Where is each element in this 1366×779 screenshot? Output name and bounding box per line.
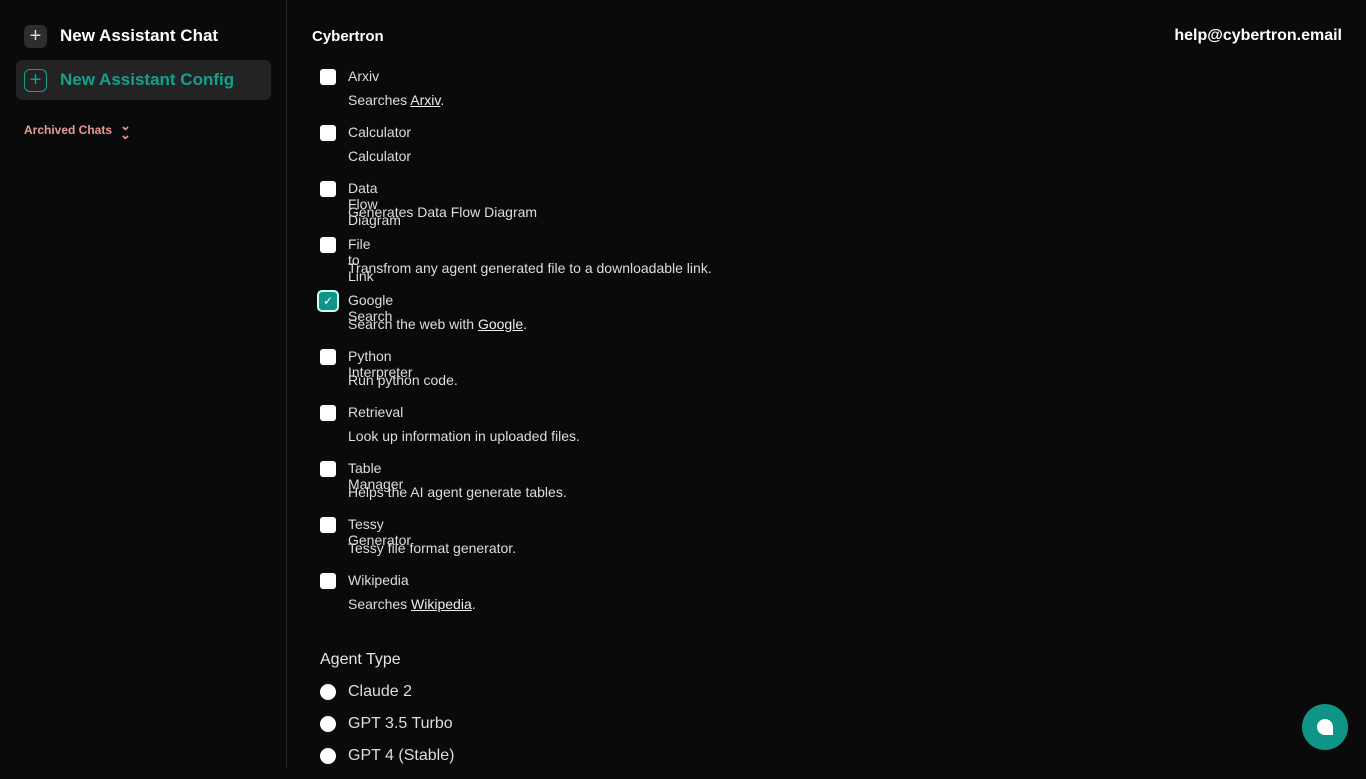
tool-name: Calculator <box>348 124 412 140</box>
tool-description-text: Transfrom any agent generated file to a … <box>348 260 712 276</box>
tool-description-text: Run python code. <box>348 372 458 388</box>
tool-checkbox[interactable] <box>320 181 336 197</box>
agent-type-label: Claude 2 <box>348 683 413 700</box>
new-config-label: New Assistant Config <box>60 70 235 89</box>
archived-chats-label: Archived Chats <box>24 123 113 137</box>
radio-circle[interactable] <box>320 684 336 700</box>
tool-description: Calculator <box>348 148 411 164</box>
archived-chats-toggle[interactable]: Archived Chats ⌄ ⌄ <box>24 118 131 142</box>
tool-description-text: Searches <box>348 596 412 612</box>
new-chat-label: New Assistant Chat <box>60 26 219 45</box>
tool-checkbox[interactable] <box>320 573 336 589</box>
tool-name: Wikipedia <box>348 572 409 588</box>
tool-description: Searches Arxiv. <box>348 92 444 108</box>
tool-link[interactable]: Google <box>478 316 523 332</box>
tool-description: Search the web with Google. <box>348 316 527 332</box>
tool-description-text: Look up information in uploaded files. <box>348 428 580 444</box>
tool-checkbox[interactable] <box>320 405 336 421</box>
sidebar: + New Assistant Chat + New Assistant Con… <box>0 0 287 768</box>
radio-circle[interactable] <box>320 748 336 764</box>
tool-link[interactable]: Wikipedia <box>411 596 472 612</box>
tool-description-text: Generates Data Flow Diagram <box>348 204 538 220</box>
help-email[interactable]: help@cybertron.email <box>1174 27 1342 45</box>
tool-name: Arxiv <box>348 68 380 84</box>
agent-type-label: GPT 4 (Stable) <box>348 747 455 764</box>
tool-description: Searches Wikipedia. <box>348 596 476 612</box>
agent-type-label: GPT 3.5 Turbo <box>348 715 453 732</box>
tool-checkbox[interactable] <box>320 125 336 141</box>
tool-description-suffix: . <box>471 596 476 612</box>
agent-type-radio[interactable]: GPT 4 (Stable) <box>320 747 454 779</box>
tool-description: Run python code. <box>348 372 458 388</box>
tool-description-text: Tessy file format generator. <box>348 540 517 556</box>
brand-title: Cybertron <box>312 28 384 45</box>
tool-checkbox[interactable] <box>320 237 336 253</box>
tool-checkbox[interactable] <box>320 349 336 365</box>
double-chevron-down-icon: ⌄ ⌄ <box>120 118 131 142</box>
agent-type-radio[interactable]: GPT 3.5 Turbo <box>320 715 454 747</box>
tool-description: Generates Data Flow Diagram <box>348 204 537 220</box>
tool-description-text: Helps the AI agent generate tables. <box>348 484 567 500</box>
agent-type-options: Claude 2 GPT 3.5 Turbo GPT 4 (Stable) <box>320 683 454 779</box>
new-assistant-config-button[interactable]: + New Assistant Config <box>16 60 271 100</box>
tool-checkbox[interactable] <box>320 517 336 533</box>
agent-type-title: Agent Type <box>320 651 401 668</box>
chat-bubble-icon <box>1317 719 1333 735</box>
tool-description-suffix: . <box>440 92 445 108</box>
plus-icon: + <box>24 68 47 92</box>
radio-circle[interactable] <box>320 716 336 732</box>
tool-description-text: Calculator <box>348 148 412 164</box>
tool-description-suffix: . <box>523 316 528 332</box>
tool-description-text: Search the web with <box>348 316 478 332</box>
tool-description: Look up information in uploaded files. <box>348 428 580 444</box>
plus-icon: + <box>24 24 47 48</box>
tool-description: Transfrom any agent generated file to a … <box>348 260 712 276</box>
tool-description-text: Searches <box>348 92 411 108</box>
tool-checkbox[interactable] <box>320 461 336 477</box>
tool-description: Tessy file format generator. <box>348 540 516 556</box>
tool-checkbox[interactable]: ✓ <box>317 290 339 312</box>
new-assistant-chat-button[interactable]: + New Assistant Chat <box>16 16 271 56</box>
tool-checkbox[interactable] <box>320 69 336 85</box>
tool-link[interactable]: Arxiv <box>410 92 440 108</box>
tool-name: Retrieval <box>348 404 404 420</box>
check-icon: ✓ <box>322 294 334 308</box>
tool-description: Helps the AI agent generate tables. <box>348 484 567 500</box>
chat-support-button[interactable] <box>1302 704 1348 750</box>
agent-type-radio[interactable]: Claude 2 <box>320 683 454 715</box>
